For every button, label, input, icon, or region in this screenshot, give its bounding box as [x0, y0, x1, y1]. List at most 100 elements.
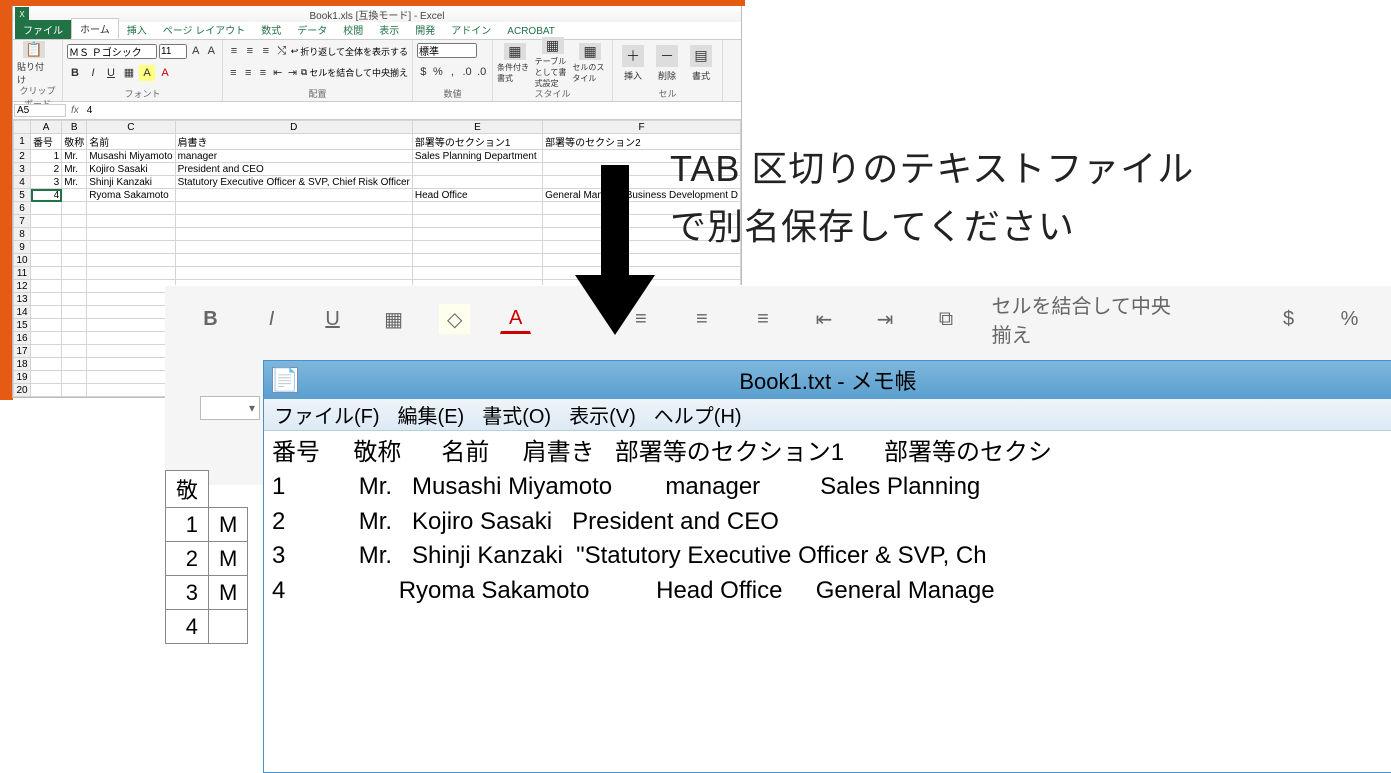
cell[interactable]: Mr. — [62, 163, 87, 176]
format-as-table-button[interactable]: ▦テーブルとして書式設定 — [535, 43, 571, 83]
col-header-C[interactable]: C — [87, 121, 175, 134]
cell[interactable]: Musashi Miyamoto — [87, 150, 175, 163]
merge-center-button[interactable]: ⧉セルを結合して中央揃え — [301, 66, 408, 79]
bold-button[interactable]: B — [67, 65, 83, 81]
row-header-10[interactable]: 10 — [14, 254, 31, 267]
row-header-3[interactable]: 3 — [14, 163, 31, 176]
select-all-corner[interactable] — [14, 121, 31, 134]
row-header-15[interactable]: 15 — [14, 319, 31, 332]
cell[interactable]: Head Office — [412, 189, 542, 202]
cell[interactable]: 3 — [31, 176, 62, 189]
menu-view[interactable]: 表示(V) — [569, 400, 636, 429]
cell[interactable]: 肩書き — [175, 134, 412, 150]
bold-icon[interactable]: B — [195, 304, 226, 334]
col-header-E[interactable]: E — [412, 121, 542, 134]
row-header-9[interactable]: 9 — [14, 241, 31, 254]
row-header-19[interactable]: 19 — [14, 371, 31, 384]
paste-button[interactable]: 📋 貼り付け — [17, 43, 51, 83]
insert-cells-button[interactable]: ＋挿入 — [617, 43, 649, 83]
indent-dec-icon[interactable]: ⇤ — [808, 304, 839, 334]
cell[interactable]: Shinji Kanzaki — [87, 176, 175, 189]
formula-bar[interactable]: 4 — [83, 105, 741, 116]
row-header-12[interactable]: 12 — [14, 280, 31, 293]
menu-edit[interactable]: 編集(E) — [398, 400, 465, 429]
zoom-name-box[interactable] — [200, 396, 260, 420]
align-center-icon[interactable]: ≡ — [686, 304, 717, 334]
border-icon[interactable]: ▦ — [378, 304, 409, 334]
align-bottom-icon[interactable]: ≡ — [259, 43, 273, 59]
cell[interactable] — [62, 189, 87, 202]
merge-icon[interactable]: ⧉ — [931, 304, 962, 334]
increase-decimal-icon[interactable]: .0 — [461, 64, 474, 80]
border-button[interactable]: ▦ — [121, 65, 137, 81]
col-header-B[interactable]: B — [62, 121, 87, 134]
italic-icon[interactable]: I — [256, 304, 287, 334]
cell[interactable]: Kojiro Sasaki — [87, 163, 175, 176]
cell[interactable]: Mr. — [62, 150, 87, 163]
percent-icon[interactable]: % — [1334, 304, 1365, 334]
align-middle-icon[interactable]: ≡ — [243, 43, 257, 59]
row-header-20[interactable]: 20 — [14, 384, 31, 397]
cell[interactable]: 敬称 — [62, 134, 87, 150]
align-right-icon[interactable]: ≡ — [257, 65, 270, 81]
tab-page-layout[interactable]: ページ レイアウト — [155, 20, 254, 39]
decrease-font-icon[interactable]: A — [205, 43, 219, 59]
cell[interactable]: Sales Planning Department — [412, 150, 542, 163]
cell[interactable]: Ryoma Sakamoto — [87, 189, 175, 202]
comma-icon[interactable]: , — [446, 64, 459, 80]
row-header-13[interactable]: 13 — [14, 293, 31, 306]
font-color-button[interactable]: A — [157, 65, 173, 81]
italic-button[interactable]: I — [85, 65, 101, 81]
wrap-text-button[interactable]: ↩折り返して全体を表示する — [291, 45, 408, 58]
increase-font-icon[interactable]: A — [189, 43, 203, 59]
fill-icon[interactable]: ◇ — [439, 304, 470, 334]
zoom-row-1[interactable]: 1 — [166, 508, 209, 542]
name-box[interactable] — [14, 104, 66, 117]
tab-addin[interactable]: アドイン — [443, 20, 499, 39]
conditional-format-button[interactable]: ▦条件付き書式 — [497, 43, 533, 83]
align-right-icon[interactable]: ≡ — [747, 304, 778, 334]
indent-increase-icon[interactable]: ⇥ — [286, 65, 299, 81]
cell[interactable]: 1 — [31, 150, 62, 163]
row-header-5[interactable]: 5 — [14, 189, 31, 202]
zoom-row-3[interactable]: 3 — [166, 576, 209, 610]
cell[interactable]: 名前 — [87, 134, 175, 150]
indent-decrease-icon[interactable]: ⇤ — [271, 65, 284, 81]
row-header-2[interactable]: 2 — [14, 150, 31, 163]
menu-help[interactable]: ヘルプ(H) — [654, 400, 742, 429]
font-color-icon[interactable]: A — [500, 304, 531, 334]
row-header-17[interactable]: 17 — [14, 345, 31, 358]
underline-icon[interactable]: U — [317, 304, 348, 334]
row-header-11[interactable]: 11 — [14, 267, 31, 280]
align-center-icon[interactable]: ≡ — [242, 65, 255, 81]
format-cells-button[interactable]: ▤書式 — [685, 43, 717, 83]
cell[interactable]: manager — [175, 150, 412, 163]
menu-file[interactable]: ファイル(F) — [274, 400, 380, 429]
row-header-7[interactable]: 7 — [14, 215, 31, 228]
cell[interactable]: Statutory Executive Officer & SVP, Chief… — [175, 176, 412, 189]
number-format-select[interactable] — [417, 43, 477, 58]
font-name-select[interactable] — [67, 44, 157, 59]
zoom-header-B[interactable]: 敬 — [166, 471, 209, 508]
row-header-4[interactable]: 4 — [14, 176, 31, 189]
notepad-text-area[interactable]: 番号 敬称 名前 肩書き 部署等のセクション1 部署等のセクシ 1 Mr. Mu… — [264, 431, 1391, 615]
cell[interactable]: 部署等のセクション1 — [412, 134, 542, 150]
tab-home[interactable]: ホーム — [71, 18, 119, 39]
tab-data[interactable]: データ — [289, 20, 335, 39]
cell[interactable]: Mr. — [62, 176, 87, 189]
tab-insert[interactable]: 挿入 — [119, 20, 155, 39]
cell[interactable] — [412, 163, 542, 176]
fx-icon[interactable]: fx — [67, 105, 83, 116]
col-header-D[interactable]: D — [175, 121, 412, 134]
currency-icon[interactable]: $ — [417, 64, 430, 80]
indent-inc-icon[interactable]: ⇥ — [869, 304, 900, 334]
notepad-titlebar[interactable]: 📄 Book1.txt - メモ帳 — [264, 361, 1391, 399]
col-header-F[interactable]: F — [543, 121, 741, 134]
row-header-1[interactable]: 1 — [14, 134, 31, 150]
tab-formulas[interactable]: 数式 — [253, 20, 289, 39]
decrease-decimal-icon[interactable]: .0 — [475, 64, 488, 80]
cell[interactable]: 2 — [31, 163, 62, 176]
row-header-18[interactable]: 18 — [14, 358, 31, 371]
fill-color-button[interactable]: A — [139, 65, 155, 81]
align-top-icon[interactable]: ≡ — [227, 43, 241, 59]
